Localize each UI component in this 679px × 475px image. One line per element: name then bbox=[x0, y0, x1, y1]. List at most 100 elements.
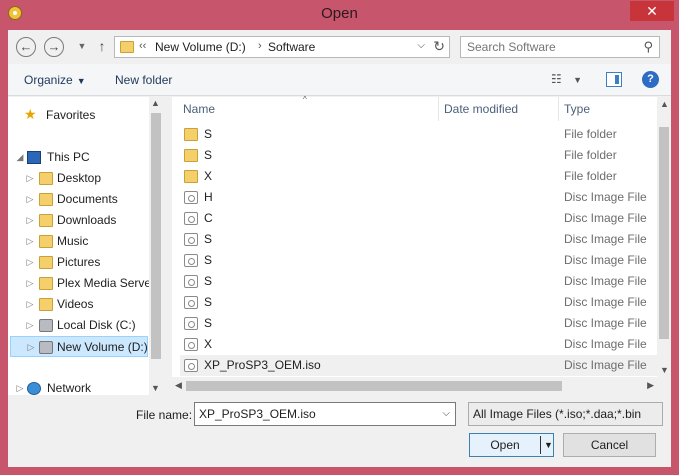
file-row[interactable]: X Disc Image File bbox=[180, 334, 657, 355]
column-header-name[interactable]: Name bbox=[183, 102, 215, 116]
address-overflow-chevron[interactable]: ‹‹ bbox=[139, 40, 146, 52]
back-button[interactable]: ← bbox=[16, 37, 36, 57]
search-icon[interactable]: ⚲ bbox=[643, 39, 653, 55]
expand-arrow-icon[interactable]: ◢ bbox=[14, 147, 26, 168]
sidebar-item-label: Favorites bbox=[46, 108, 96, 122]
sidebar-item-network[interactable]: ▷ Network bbox=[14, 378, 144, 399]
sidebar-item-desktop[interactable]: ▷ Desktop bbox=[24, 168, 152, 189]
file-name-label: File name: bbox=[136, 408, 193, 422]
sidebar-scroll-thumb[interactable] bbox=[151, 113, 161, 359]
file-row[interactable]: S Disc Image File bbox=[180, 250, 657, 271]
expand-arrow-icon[interactable]: ▷ bbox=[24, 252, 36, 273]
chevron-down-icon: ▼ bbox=[573, 75, 583, 85]
file-row[interactable]: S File folder bbox=[180, 124, 657, 145]
expand-arrow-icon[interactable]: ▷ bbox=[24, 189, 36, 210]
search-input[interactable] bbox=[461, 37, 637, 57]
sidebar-scrollbar[interactable]: ▲ ▼ bbox=[149, 97, 163, 395]
address-dropdown-icon[interactable]: ⌵ bbox=[417, 40, 425, 51]
expand-arrow-icon[interactable]: ▷ bbox=[24, 231, 36, 252]
organize-button[interactable]: Organize ▼ bbox=[24, 73, 86, 87]
file-row[interactable]: S File folder bbox=[180, 145, 657, 166]
expand-arrow-icon[interactable]: ▷ bbox=[24, 210, 36, 231]
breadcrumb-software[interactable]: Software bbox=[268, 40, 315, 54]
expand-arrow-icon[interactable]: ▷ bbox=[24, 168, 36, 189]
scroll-right-icon[interactable]: ▶ bbox=[647, 380, 654, 391]
computer-icon bbox=[27, 151, 41, 164]
vertical-scroll-thumb[interactable] bbox=[659, 127, 669, 339]
file-name-combobox[interactable]: ⌵ bbox=[194, 402, 456, 426]
close-button[interactable]: ✕ bbox=[630, 1, 674, 21]
change-view-button[interactable]: ☷ ▼ bbox=[551, 72, 591, 88]
chevron-down-icon[interactable]: ⌵ bbox=[442, 408, 450, 419]
column-header-date-modified[interactable]: Date modified bbox=[444, 102, 518, 116]
file-list-horizontal-scrollbar[interactable]: ◀ ▶ bbox=[172, 377, 657, 395]
folder-icon bbox=[120, 41, 134, 53]
address-bar[interactable]: ‹‹ New Volume (D:) › Software ⌵ ↻ bbox=[114, 36, 450, 58]
recent-locations-chevron-icon[interactable]: ▼ bbox=[72, 37, 92, 57]
navigation-pane: ★ Favorites ◢ This PC ▷ Desktop ▷ Docume… bbox=[8, 97, 163, 395]
scroll-down-icon[interactable]: ▼ bbox=[151, 383, 160, 393]
sidebar-item-new-volume-d[interactable]: ▷ New Volume (D:) bbox=[10, 336, 148, 357]
file-name-input[interactable] bbox=[195, 403, 435, 425]
sidebar-item-plex-media-server[interactable]: ▷ Plex Media Serve bbox=[24, 273, 152, 294]
scroll-left-icon[interactable]: ◀ bbox=[175, 380, 182, 391]
horizontal-scroll-thumb[interactable] bbox=[186, 381, 562, 391]
scroll-down-icon[interactable]: ▼ bbox=[660, 365, 669, 375]
scroll-up-icon[interactable]: ▲ bbox=[660, 99, 669, 109]
new-folder-button[interactable]: New folder bbox=[115, 73, 172, 87]
disc-image-icon bbox=[184, 212, 198, 225]
breadcrumb-separator-icon[interactable]: › bbox=[258, 40, 262, 52]
file-type: File folder bbox=[564, 148, 617, 162]
breadcrumb-new-volume[interactable]: New Volume (D:) bbox=[155, 40, 246, 54]
file-row[interactable]: S Disc Image File bbox=[180, 229, 657, 250]
file-row[interactable]: X File folder bbox=[180, 166, 657, 187]
sidebar-item-local-disk-c[interactable]: ▷ Local Disk (C:) bbox=[24, 315, 152, 336]
cancel-button[interactable]: Cancel bbox=[563, 433, 656, 457]
file-type-filter-select[interactable]: All Image Files (*.iso;*.daa;*.bin bbox=[468, 402, 663, 426]
sidebar-item-documents[interactable]: ▷ Documents bbox=[24, 189, 152, 210]
file-row-selected[interactable]: XP_ProSP3_OEM.iso Disc Image File bbox=[180, 355, 657, 376]
expand-arrow-icon[interactable]: ▷ bbox=[24, 273, 36, 294]
sidebar-item-videos[interactable]: ▷ Videos bbox=[24, 294, 152, 315]
file-row[interactable]: C Disc Image File bbox=[180, 208, 657, 229]
command-toolbar: Organize ▼ New folder ☷ ▼ ? bbox=[8, 64, 671, 96]
file-type: Disc Image File bbox=[564, 274, 647, 288]
up-button[interactable]: ↑ bbox=[94, 38, 110, 56]
column-divider[interactable] bbox=[438, 97, 439, 121]
file-name: S bbox=[204, 295, 213, 309]
file-row[interactable]: S Disc Image File bbox=[180, 313, 657, 334]
scroll-up-icon[interactable]: ▲ bbox=[151, 98, 160, 108]
forward-button[interactable]: → bbox=[44, 37, 64, 57]
disc-image-icon bbox=[184, 317, 198, 330]
expand-arrow-icon[interactable]: ▷ bbox=[14, 378, 26, 399]
file-type: Disc Image File bbox=[564, 295, 647, 309]
sidebar-item-this-pc[interactable]: ◢ This PC bbox=[14, 147, 144, 168]
file-name: H bbox=[204, 190, 213, 204]
expand-arrow-icon[interactable]: ▷ bbox=[25, 337, 37, 358]
sidebar-item-label: Videos bbox=[57, 297, 94, 311]
sidebar-item-music[interactable]: ▷ Music bbox=[24, 231, 152, 252]
preview-pane-icon[interactable] bbox=[606, 72, 622, 87]
search-box[interactable]: ⚲ bbox=[460, 36, 660, 58]
file-type-filter-value: All Image Files (*.iso;*.daa;*.bin bbox=[473, 407, 642, 421]
file-list-vertical-scrollbar[interactable]: ▲ ▼ bbox=[657, 97, 671, 377]
refresh-icon[interactable]: ↻ bbox=[433, 38, 445, 55]
sidebar-item-pictures[interactable]: ▷ Pictures bbox=[24, 252, 152, 273]
sidebar-item-downloads[interactable]: ▷ Downloads bbox=[24, 210, 152, 231]
sidebar-item-favorites[interactable]: ★ Favorites bbox=[16, 105, 146, 126]
dialog-client-area: ← → ▼ ↑ ‹‹ New Volume (D:) › Software ⌵ … bbox=[8, 30, 671, 467]
file-row[interactable]: S Disc Image File bbox=[180, 292, 657, 313]
title-bar[interactable]: Open ✕ bbox=[0, 0, 679, 30]
help-icon[interactable]: ? bbox=[642, 71, 659, 88]
file-name: S bbox=[204, 274, 213, 288]
open-button[interactable]: Open ▼ bbox=[469, 433, 554, 457]
file-type: Disc Image File bbox=[564, 337, 647, 351]
expand-arrow-icon[interactable]: ▷ bbox=[24, 294, 36, 315]
column-divider[interactable] bbox=[558, 97, 559, 121]
expand-arrow-icon[interactable]: ▷ bbox=[24, 315, 36, 336]
file-type: Disc Image File bbox=[564, 316, 647, 330]
file-row[interactable]: S Disc Image File bbox=[180, 271, 657, 292]
column-header-type[interactable]: Type bbox=[564, 102, 590, 116]
open-options-chevron-icon[interactable]: ▼ bbox=[544, 434, 553, 456]
file-row[interactable]: H Disc Image File bbox=[180, 187, 657, 208]
